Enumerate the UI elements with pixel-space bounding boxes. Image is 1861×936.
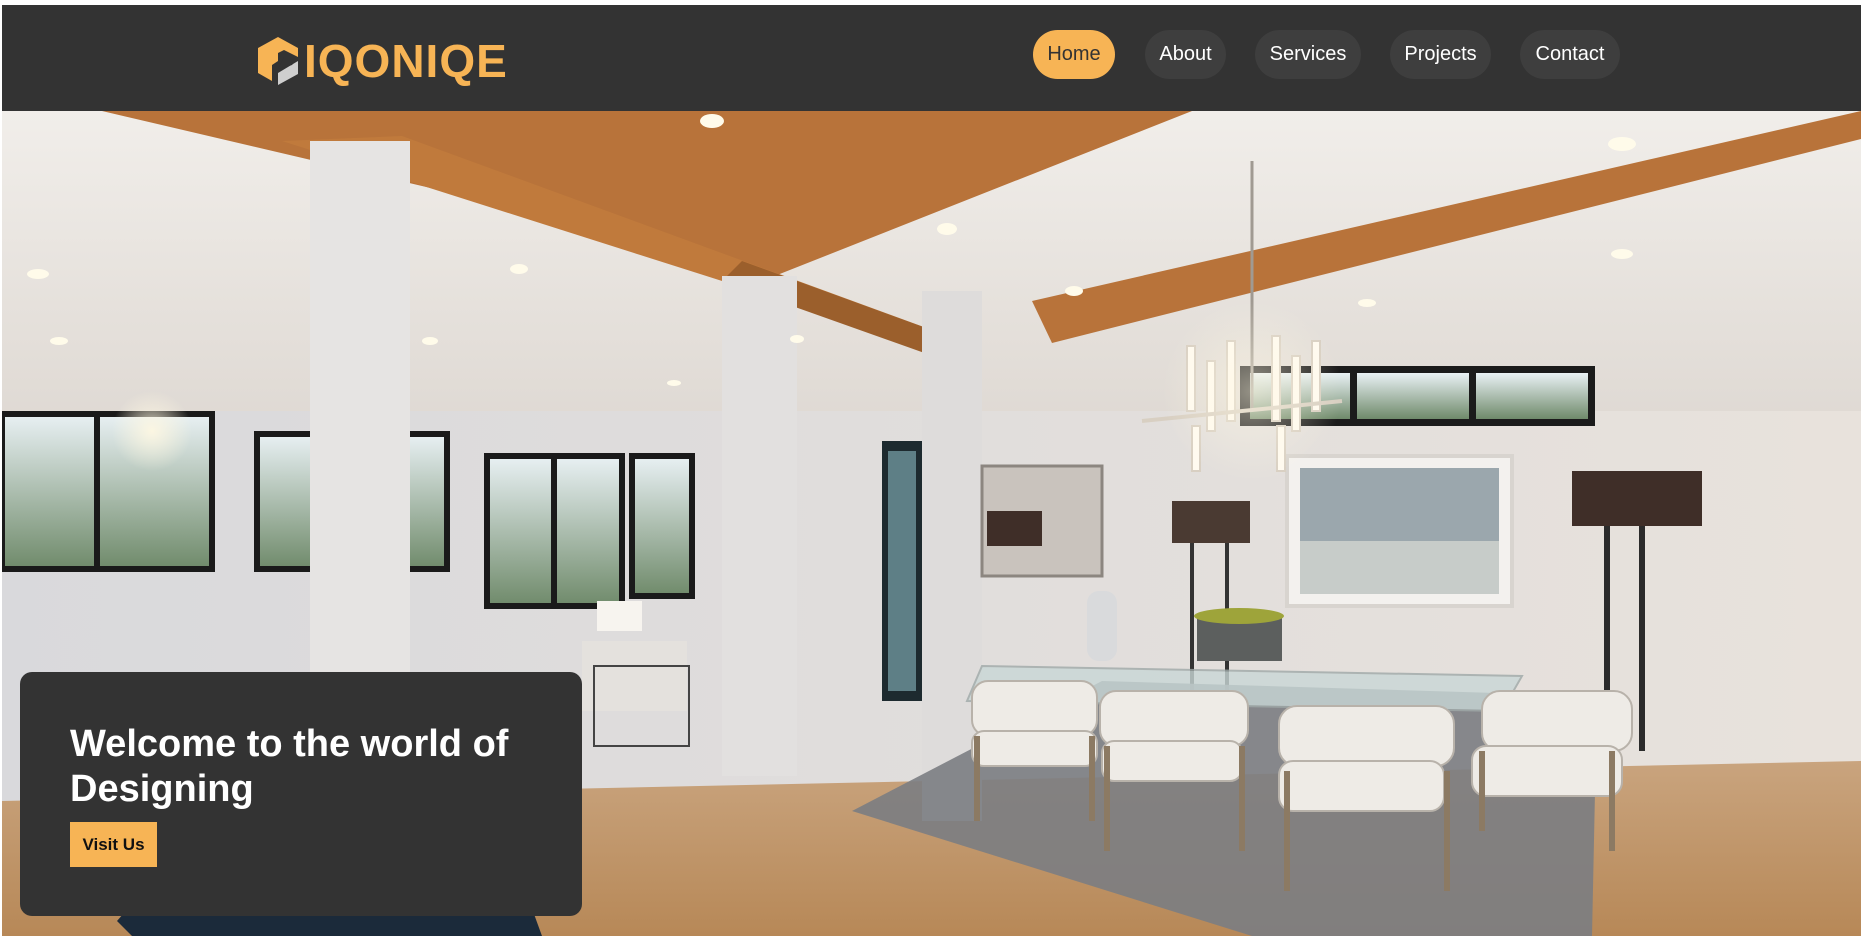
nav-home-link[interactable]: Home (1033, 30, 1115, 79)
brand-name: IQONIQE (304, 34, 508, 87)
brand-mark-icon (258, 36, 298, 85)
hero-section: Welcome to the world of Designing Visit … (2, 111, 1861, 936)
navbar: IQONIQE Home About Services Projects Con… (2, 5, 1861, 111)
nav-services-link[interactable]: Services (1255, 30, 1361, 79)
nav-projects-link[interactable]: Projects (1390, 30, 1491, 79)
page: IQONIQE Home About Services Projects Con… (0, 0, 1861, 936)
brand-logo[interactable]: IQONIQE (254, 33, 508, 88)
visit-us-button[interactable]: Visit Us (70, 822, 157, 867)
nav-contact-link[interactable]: Contact (1520, 30, 1620, 79)
hero-title: Welcome to the world of Designing (70, 723, 509, 810)
nav-about-link[interactable]: About (1145, 30, 1226, 79)
hero-card: Welcome to the world of Designing Visit … (20, 672, 582, 916)
